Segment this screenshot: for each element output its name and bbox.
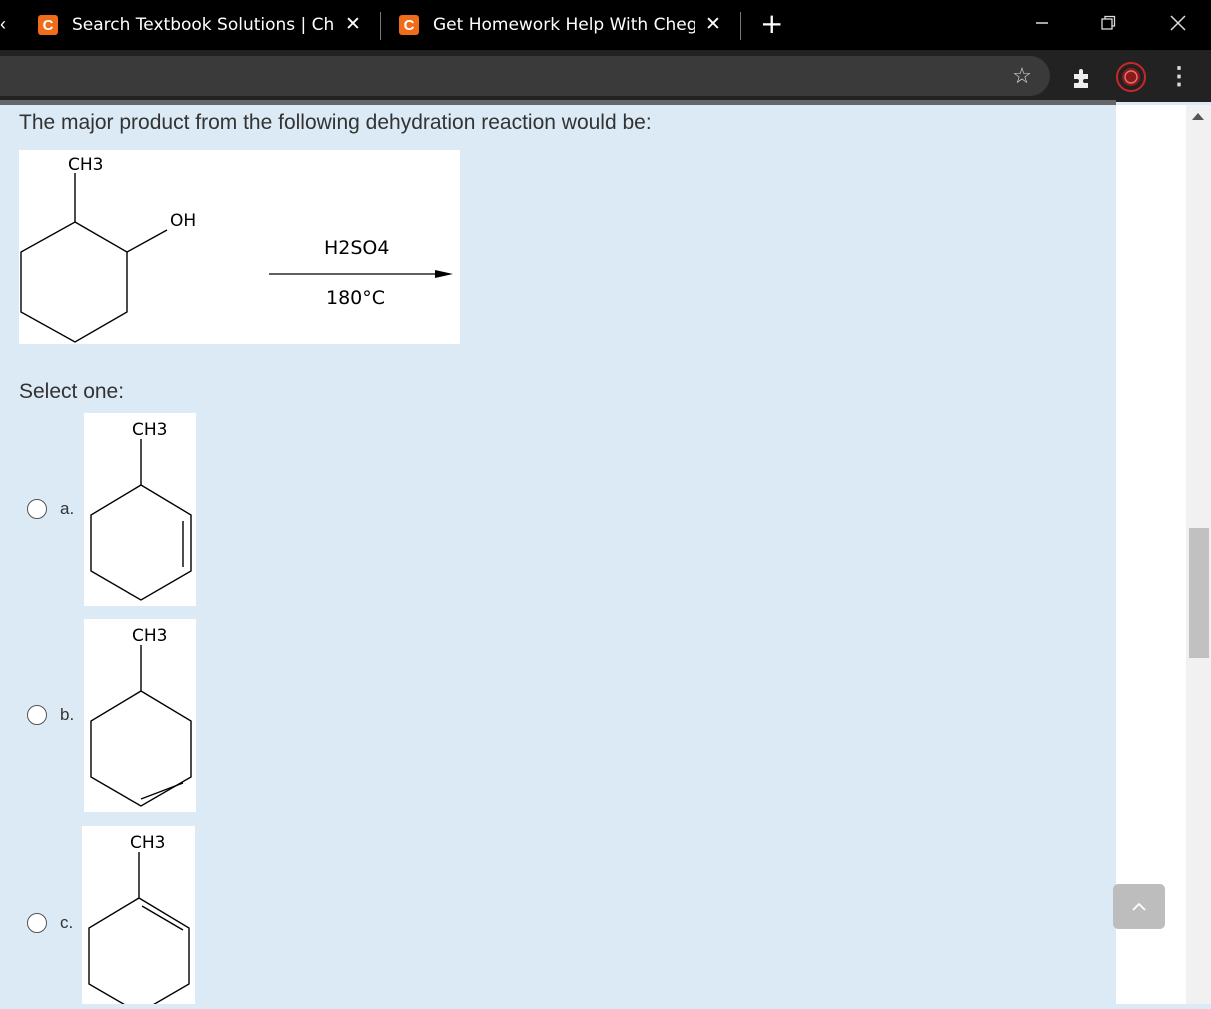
- menu-kebab-icon[interactable]: ⋮: [1167, 62, 1191, 90]
- tab-close-icon[interactable]: ✕: [345, 13, 361, 36]
- new-tab-button[interactable]: +: [760, 7, 783, 40]
- tab-close-icon[interactable]: ✕: [705, 13, 721, 36]
- option-c-radio[interactable]: [27, 913, 47, 933]
- browser-toolbar: ☆ ⋮: [0, 50, 1211, 102]
- bookmark-star-icon[interactable]: ☆: [1008, 62, 1036, 90]
- tab-title: Search Textbook Solutions | Cheg: [72, 15, 334, 35]
- reactant-substituent-label: CH3: [68, 155, 103, 175]
- browser-titlebar: ‹ C Search Textbook Solutions | Cheg ✕ C…: [0, 0, 1211, 50]
- option-substituent-label: CH3: [130, 833, 165, 853]
- page-right-gutter: [1116, 105, 1186, 1004]
- select-one-label: Select one:: [19, 380, 125, 403]
- tab-homework-help[interactable]: C Get Homework Help With Chegg: [399, 0, 699, 50]
- option-substituent-label: CH3: [132, 626, 167, 646]
- chegg-favicon-icon: C: [38, 15, 58, 35]
- option-b-structure[interactable]: CH3: [84, 619, 196, 812]
- close-icon: [1170, 14, 1186, 31]
- option-a-structure[interactable]: CH3: [84, 413, 196, 606]
- reaction-scheme: CH3 OH H2SO4 180°C: [19, 150, 460, 344]
- address-bar[interactable]: [0, 56, 1050, 96]
- temperature-label: 180°C: [326, 287, 385, 309]
- arrow-head-icon: [435, 270, 453, 278]
- option-b-letter: b.: [60, 705, 75, 724]
- minimize-icon: [1036, 21, 1048, 24]
- option-c-letter: c.: [60, 913, 74, 932]
- close-window-button[interactable]: [1148, 0, 1208, 45]
- tab-separator: [740, 12, 741, 40]
- restore-icon: [1101, 15, 1116, 30]
- extensions-puzzle-icon[interactable]: [1068, 64, 1096, 92]
- option-substituent-label: CH3: [132, 420, 167, 440]
- chegg-favicon-icon: C: [399, 15, 419, 35]
- reaction-svg: CH3 OH H2SO4 180°C: [20, 155, 453, 343]
- scroll-to-top-button[interactable]: [1113, 884, 1165, 929]
- tab-search-textbook[interactable]: C Search Textbook Solutions | Cheg: [38, 0, 368, 50]
- restore-button[interactable]: [1078, 0, 1138, 45]
- tab-scroll-left[interactable]: ‹: [0, 14, 6, 35]
- profile-avatar[interactable]: [1116, 62, 1146, 92]
- reagent-label: H2SO4: [324, 237, 389, 259]
- cyclohexane-ring: [20, 221, 128, 343]
- minimize-button[interactable]: [1012, 0, 1072, 45]
- option-c-structure[interactable]: CH3: [82, 826, 195, 1009]
- tab-separator: [380, 12, 381, 40]
- tab-title: Get Homework Help With Chegg: [433, 15, 695, 35]
- scroll-up-arrow-icon[interactable]: [1192, 113, 1204, 120]
- hydroxyl-label: OH: [170, 211, 196, 231]
- question-content: The major product from the following deh…: [0, 105, 1116, 1009]
- option-b-radio[interactable]: [27, 705, 47, 725]
- question-prompt: The major product from the following deh…: [19, 111, 652, 134]
- scrollbar-thumb[interactable]: [1189, 528, 1209, 658]
- chevron-up-icon: [1132, 902, 1146, 911]
- option-a-letter: a.: [60, 499, 75, 518]
- option-a-radio[interactable]: [27, 499, 47, 519]
